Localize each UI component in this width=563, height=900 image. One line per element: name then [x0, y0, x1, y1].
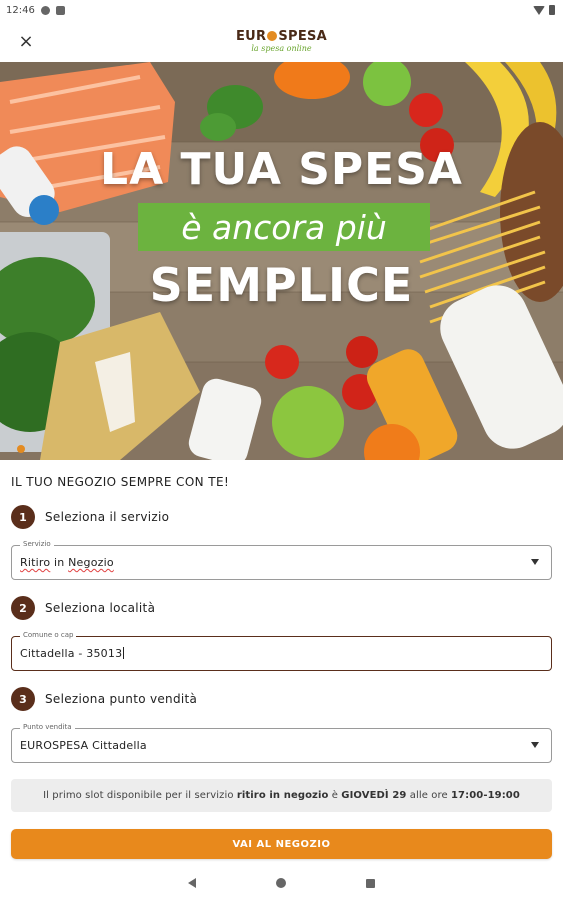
service-select-label: Servizio: [20, 540, 54, 548]
text-cursor: [123, 647, 125, 659]
wifi-icon: [533, 5, 545, 15]
service-select-value: Ritiro in Negozio: [20, 556, 114, 569]
step-2-badge: 2: [11, 596, 35, 620]
app-header: × EUR SPESA la spesa online: [0, 20, 563, 62]
logo-tagline: la spesa online: [251, 43, 312, 53]
form-tagline: IL TUO NEGOZIO SEMPRE CON TE!: [11, 475, 230, 489]
status-time: 12:46: [6, 4, 35, 16]
step-1-header: 1 Seleziona il servizio: [11, 505, 169, 529]
dropdown-arrow-icon: [531, 559, 539, 565]
location-input-label: Comune o cap: [20, 631, 77, 639]
hero-title-line-3: SEMPLICE: [149, 258, 414, 312]
store-select[interactable]: Punto vendita EUROSPESA Cittadella: [11, 723, 552, 763]
service-value-word-1: Ritiro: [20, 556, 51, 569]
close-icon: ×: [18, 30, 34, 52]
system-navigation-bar: [0, 866, 563, 900]
logo-wordmark: EUR SPESA: [236, 30, 327, 43]
slot-info-part-3: è: [328, 790, 342, 801]
store-select-label: Punto vendita: [20, 723, 75, 731]
hero-banner: LA TUA SPESA è ancora più SEMPLICE: [0, 62, 563, 460]
slot-info-day: GIOVEDÌ 29: [341, 790, 407, 801]
step-3-label: Seleziona punto vendità: [45, 692, 198, 706]
status-left: 12:46: [6, 5, 65, 16]
nav-home-icon[interactable]: [276, 878, 286, 888]
notification-icon: [40, 5, 50, 15]
step-2-label: Seleziona località: [45, 601, 156, 615]
logo-tomato-icon: [267, 30, 278, 41]
slot-info-time: 17:00-19:00: [451, 790, 520, 801]
step-3-badge: 3: [11, 687, 35, 711]
location-value-text: Cittadella - 35013: [20, 647, 123, 660]
close-button[interactable]: ×: [14, 29, 38, 53]
slot-info-service: ritiro in negozio: [236, 790, 329, 801]
step-3-header: 3 Seleziona punto vendità: [11, 687, 197, 711]
hero-title-line-2: è ancora più: [181, 207, 387, 247]
slot-info-box: Il primo slot disponibile per il servizi…: [11, 779, 552, 812]
slot-info-text: Il primo slot disponibile per il servizi…: [43, 790, 520, 801]
store-select-value: EUROSPESA Cittadella: [20, 739, 147, 752]
carousel-indicator[interactable]: [17, 445, 25, 453]
step-1-badge: 1: [11, 505, 35, 529]
logo-part-1: EUR: [235, 28, 267, 44]
service-select[interactable]: Servizio Ritiro in Negozio: [11, 540, 552, 580]
eurospesa-logo: EUR SPESA la spesa online: [236, 30, 327, 53]
step-2-header: 2 Seleziona località: [11, 596, 155, 620]
step-1-label: Seleziona il servizio: [45, 510, 170, 524]
location-input[interactable]: Comune o cap Cittadella - 35013: [11, 631, 552, 671]
sim-icon: [55, 5, 65, 15]
status-right: [533, 5, 555, 15]
nav-recent-icon[interactable]: [366, 878, 375, 888]
hero-green-band: è ancora più: [138, 203, 430, 251]
hero-headline: LA TUA SPESA è ancora più SEMPLICE: [0, 62, 563, 460]
status-bar: 12:46: [0, 0, 563, 20]
location-input-value: Cittadella - 35013: [20, 647, 125, 660]
service-value-word-2: in: [50, 556, 69, 569]
slot-info-part-1: Il primo slot disponibile per il servizi…: [43, 790, 237, 801]
slot-info-part-5: alle ore: [406, 790, 451, 801]
hero-title-line-1: LA TUA SPESA: [100, 144, 463, 195]
battery-icon: [549, 5, 555, 15]
service-value-word-3: Negozio: [68, 556, 114, 569]
go-to-store-button[interactable]: VAI AL NEGOZIO: [11, 829, 552, 859]
nav-back-icon[interactable]: [188, 878, 196, 888]
dropdown-arrow-icon: [531, 742, 539, 748]
logo-part-2: SPESA: [278, 28, 328, 44]
